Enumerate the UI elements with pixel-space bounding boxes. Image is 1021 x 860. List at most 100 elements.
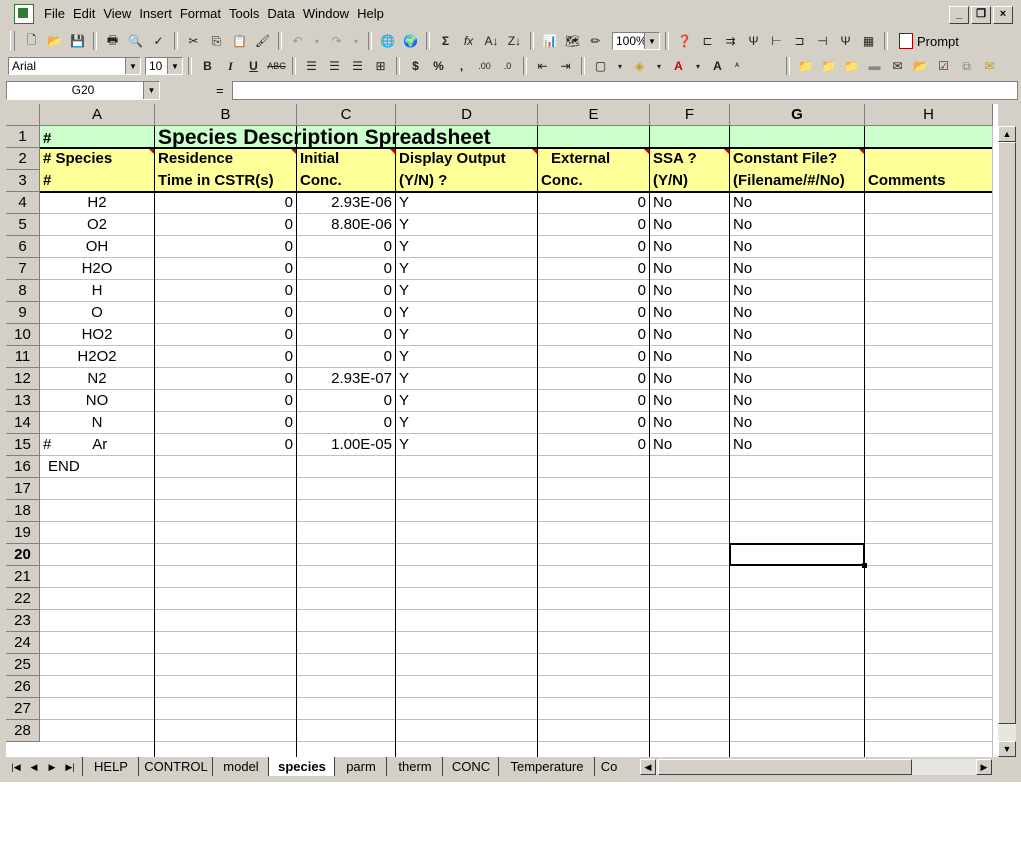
grid-cell[interactable]	[155, 456, 297, 478]
display-output-cell[interactable]: Y	[396, 302, 538, 324]
initial-conc-cell[interactable]: 1.00E-05	[297, 434, 396, 456]
trace-error-icon[interactable]: ⊢	[766, 31, 787, 51]
grid-cell[interactable]	[865, 654, 993, 676]
strikethrough-icon[interactable]: ABC	[266, 56, 287, 76]
grid-cell[interactable]	[538, 588, 650, 610]
constant-file-cell[interactable]: No	[730, 214, 865, 236]
end-marker-cell[interactable]: END	[40, 456, 155, 478]
italic-icon[interactable]: I	[220, 56, 241, 76]
row-header[interactable]: 10	[6, 324, 40, 346]
row-header[interactable]: 2	[6, 148, 40, 170]
residence-time-cell[interactable]: 0	[155, 346, 297, 368]
horizontal-scrollbar[interactable]: ◀ ▶	[640, 759, 992, 775]
percent-icon[interactable]: %	[428, 56, 449, 76]
scroll-down-icon[interactable]: ▼	[998, 741, 1016, 757]
grid-cell[interactable]	[155, 566, 297, 588]
row-header[interactable]: 25	[6, 654, 40, 676]
grid-cell[interactable]	[865, 478, 993, 500]
column-header[interactable]: E	[538, 104, 650, 126]
folder-up-icon[interactable]: 📁	[818, 56, 839, 76]
new-document-icon[interactable]: 🗋	[21, 31, 42, 51]
grid-cell[interactable]	[297, 654, 396, 676]
grid-cell[interactable]	[865, 566, 993, 588]
species-cell[interactable]: # Ar	[40, 434, 155, 456]
grid-cell[interactable]	[396, 632, 538, 654]
grid-cell[interactable]	[297, 500, 396, 522]
display-output-cell[interactable]: Y	[396, 412, 538, 434]
external-conc-cell[interactable]: 0	[538, 236, 650, 258]
residence-time-cell[interactable]: 0	[155, 324, 297, 346]
grid-cell[interactable]	[297, 566, 396, 588]
grid-cell[interactable]	[538, 500, 650, 522]
font-size-select[interactable]: 10 ▼	[145, 57, 183, 75]
column-header[interactable]: A	[40, 104, 155, 126]
grid-cell[interactable]	[297, 544, 396, 566]
grid-cell[interactable]	[730, 632, 865, 654]
decrease-decimal-icon[interactable]: .0	[497, 56, 518, 76]
header-cell-d[interactable]: Display Output (Y/N) ?	[396, 148, 538, 192]
grid-cell[interactable]	[40, 698, 155, 720]
folder-open-icon[interactable]: 📂	[910, 56, 931, 76]
header-cell-c[interactable]: Initial Conc.	[297, 148, 396, 192]
grid-cell[interactable]	[155, 632, 297, 654]
ssa-cell[interactable]: No	[650, 302, 730, 324]
save-icon[interactable]: 💾	[67, 31, 88, 51]
web-toolbar-icon[interactable]: 🌍	[400, 31, 421, 51]
initial-conc-cell[interactable]: 0	[297, 258, 396, 280]
remove-arrows-icon[interactable]: Ψ	[743, 31, 764, 51]
grid-cell[interactable]	[396, 478, 538, 500]
grid-cell[interactable]	[730, 500, 865, 522]
chart-wizard-icon[interactable]: 📊	[539, 31, 560, 51]
excel-app-icon[interactable]	[14, 4, 34, 24]
grid-cell[interactable]	[297, 610, 396, 632]
grid-cell[interactable]	[538, 610, 650, 632]
header-cell-b[interactable]: Residence Time in CSTR(s)	[155, 148, 297, 192]
row-header[interactable]: 5	[6, 214, 40, 236]
ssa-cell[interactable]: No	[650, 258, 730, 280]
grid-cell[interactable]	[155, 654, 297, 676]
row-header[interactable]: 12	[6, 368, 40, 390]
grid-cell[interactable]	[538, 566, 650, 588]
scroll-right-icon[interactable]: ▶	[976, 759, 992, 775]
new-comment-icon[interactable]: ⊐	[789, 31, 810, 51]
show-watch-icon[interactable]: ▦	[858, 31, 879, 51]
grid-cell[interactable]	[40, 632, 155, 654]
ssa-cell[interactable]: No	[650, 280, 730, 302]
grid-cell[interactable]	[538, 544, 650, 566]
external-conc-cell[interactable]: 0	[538, 324, 650, 346]
column-header[interactable]: H	[865, 104, 993, 126]
external-conc-cell[interactable]: 0	[538, 302, 650, 324]
sheet-tab-help[interactable]: HELP	[82, 757, 139, 776]
grid-cell[interactable]	[650, 632, 730, 654]
horizontal-scroll-thumb[interactable]	[658, 759, 912, 775]
zoom-dropdown-icon[interactable]: ▼	[644, 33, 659, 49]
residence-time-cell[interactable]: 0	[155, 390, 297, 412]
row-header[interactable]: 27	[6, 698, 40, 720]
folder-down-icon[interactable]: 📁	[841, 56, 862, 76]
grid-cell[interactable]	[396, 676, 538, 698]
external-conc-cell[interactable]: 0	[538, 390, 650, 412]
grid-cell[interactable]	[865, 632, 993, 654]
grid-cell[interactable]	[865, 236, 993, 258]
grid-cell[interactable]	[538, 632, 650, 654]
ssa-cell[interactable]: No	[650, 192, 730, 214]
constant-file-cell[interactable]: No	[730, 368, 865, 390]
office-assistant-icon[interactable]: ❓	[674, 31, 695, 51]
species-cell[interactable]: N2	[40, 368, 155, 390]
row-header[interactable]: 8	[6, 280, 40, 302]
grid-cell[interactable]	[40, 478, 155, 500]
grid-cell[interactable]	[865, 500, 993, 522]
grid-cell[interactable]	[650, 676, 730, 698]
print-icon[interactable]: 🖶	[102, 31, 123, 51]
species-cell[interactable]: NO	[40, 390, 155, 412]
grid-cell[interactable]	[730, 588, 865, 610]
align-left-icon[interactable]: ☰	[301, 56, 322, 76]
autosum-icon[interactable]: Σ	[435, 31, 456, 51]
name-box-dropdown-icon[interactable]: ▼	[143, 82, 159, 99]
grid-cell[interactable]	[155, 610, 297, 632]
grid-cell[interactable]	[730, 654, 865, 676]
grid-cell[interactable]	[865, 720, 993, 742]
select-all-corner[interactable]	[6, 104, 40, 126]
row-header[interactable]: 17	[6, 478, 40, 500]
grid-cell[interactable]	[865, 258, 993, 280]
